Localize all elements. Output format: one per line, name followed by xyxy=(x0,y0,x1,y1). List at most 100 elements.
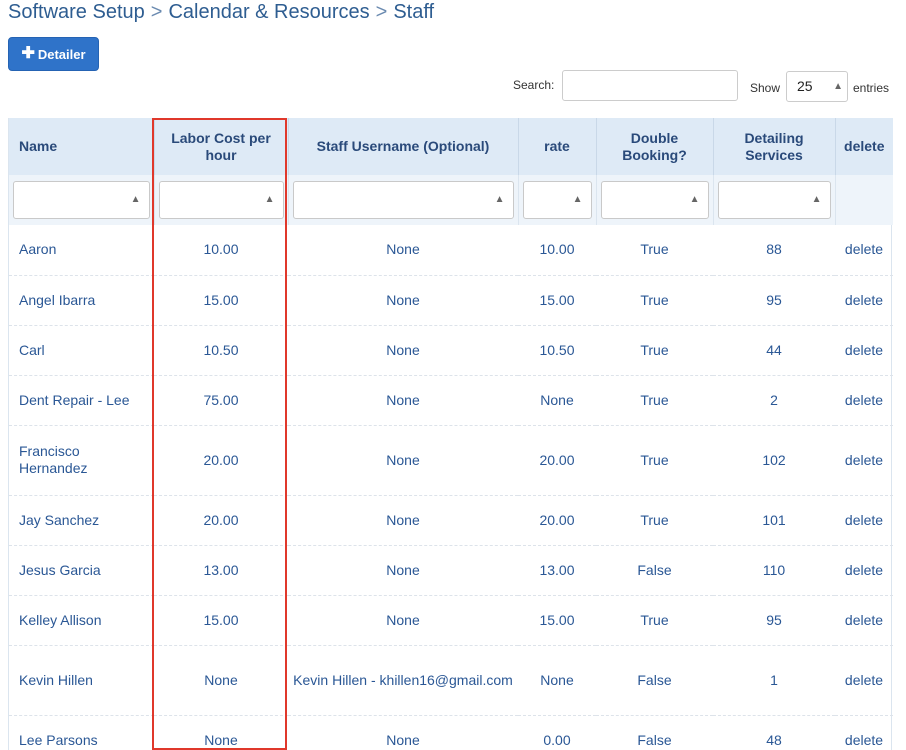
staff-username-cell[interactable]: None xyxy=(288,595,518,646)
delete-link[interactable]: delete xyxy=(835,645,893,716)
delete-link[interactable]: delete xyxy=(835,595,893,646)
table-row: Kelley Allison 15.00 None 15.00 True 95 … xyxy=(9,595,893,646)
delete-link[interactable]: delete xyxy=(835,225,893,276)
search-input[interactable] xyxy=(562,70,738,101)
column-header-rate[interactable]: rate xyxy=(518,118,597,175)
double-booking-cell[interactable]: False xyxy=(596,545,713,596)
staff-name-link[interactable]: Kevin Hillen xyxy=(9,645,154,716)
labor-cost-cell[interactable]: 10.50 xyxy=(154,325,288,376)
labor-cost-cell[interactable]: 13.00 xyxy=(154,545,288,596)
staff-name-link[interactable]: Jesus Garcia xyxy=(9,545,154,596)
delete-link[interactable]: delete xyxy=(835,495,893,546)
staff-name-link[interactable]: Lee Parsons xyxy=(9,715,154,750)
table-row: Jay Sanchez 20.00 None 20.00 True 101 de… xyxy=(9,495,893,546)
staff-name-link[interactable]: Carl xyxy=(9,325,154,376)
filter-select-name[interactable]: ▲ xyxy=(13,181,150,219)
double-booking-cell[interactable]: True xyxy=(596,595,713,646)
updown-arrows-icon: ▲ xyxy=(572,194,583,205)
staff-name-link[interactable]: Kelley Allison xyxy=(9,595,154,646)
delete-link[interactable]: delete xyxy=(835,425,893,496)
labor-cost-cell[interactable]: 10.00 xyxy=(154,225,288,276)
column-header-double-booking[interactable]: Double Booking? xyxy=(596,118,714,175)
staff-name-link[interactable]: Dent Repair - Lee xyxy=(9,375,154,426)
rate-cell[interactable]: None xyxy=(518,375,596,426)
staff-username-cell[interactable]: None xyxy=(288,375,518,426)
filter-select-rate[interactable]: ▲ xyxy=(522,181,592,219)
staff-username-cell[interactable]: None xyxy=(288,495,518,546)
detailing-services-cell[interactable]: 95 xyxy=(713,595,835,646)
labor-cost-cell[interactable]: 20.00 xyxy=(154,425,288,496)
rate-cell[interactable]: 20.00 xyxy=(518,425,596,496)
labor-cost-cell[interactable]: None xyxy=(154,645,288,716)
filter-select-staff-username[interactable]: ▲ xyxy=(292,181,514,219)
filter-cell-rate: ▲ xyxy=(518,175,597,225)
column-header-staff-username[interactable]: Staff Username (Optional) xyxy=(288,118,519,175)
staff-username-cell[interactable]: Kevin Hillen - khillen16@gmail.com xyxy=(288,645,518,716)
detailing-services-cell[interactable]: 1 xyxy=(713,645,835,716)
table-row: Kevin Hillen None Kevin Hillen - khillen… xyxy=(9,645,893,716)
filter-cell-delete xyxy=(835,175,893,225)
table-row: Aaron 10.00 None 10.00 True 88 delete xyxy=(9,225,893,276)
breadcrumb-item-software-setup[interactable]: Software Setup xyxy=(8,1,145,23)
labor-cost-cell[interactable]: 15.00 xyxy=(154,595,288,646)
staff-name-link[interactable]: Aaron xyxy=(9,225,154,276)
staff-username-cell[interactable]: None xyxy=(288,325,518,376)
double-booking-cell[interactable]: True xyxy=(596,275,713,326)
detailing-services-cell[interactable]: 102 xyxy=(713,425,835,496)
staff-username-cell[interactable]: None xyxy=(288,225,518,276)
rate-cell[interactable]: 15.00 xyxy=(518,595,596,646)
detailing-services-cell[interactable]: 48 xyxy=(713,715,835,750)
breadcrumb-item-calendar-resources[interactable]: Calendar & Resources xyxy=(168,1,369,23)
double-booking-cell[interactable]: True xyxy=(596,425,713,496)
table-row: Carl 10.50 None 10.50 True 44 delete xyxy=(9,325,893,376)
updown-arrows-icon: ▲ xyxy=(811,194,822,205)
staff-username-cell[interactable]: None xyxy=(288,425,518,496)
rate-cell[interactable]: 13.00 xyxy=(518,545,596,596)
detailing-services-cell[interactable]: 44 xyxy=(713,325,835,376)
detailing-services-cell[interactable]: 2 xyxy=(713,375,835,426)
page-length-select[interactable]: 25 ▲ xyxy=(786,71,848,102)
staff-name-link[interactable]: Angel Ibarra xyxy=(9,275,154,326)
rate-cell[interactable]: 10.00 xyxy=(518,225,596,276)
rate-cell[interactable]: 0.00 xyxy=(518,715,596,750)
delete-link[interactable]: delete xyxy=(835,545,893,596)
table-row: Jesus Garcia 13.00 None 13.00 False 110 … xyxy=(9,545,893,596)
rate-cell[interactable]: 15.00 xyxy=(518,275,596,326)
double-booking-cell[interactable]: True xyxy=(596,495,713,546)
delete-link[interactable]: delete xyxy=(835,325,893,376)
filter-select-labor-cost[interactable]: ▲ xyxy=(158,181,284,219)
double-booking-cell[interactable]: True xyxy=(596,225,713,276)
column-header-detailing-services[interactable]: Detailing Services xyxy=(713,118,836,175)
filter-select-detailing-services[interactable]: ▲ xyxy=(717,181,831,219)
double-booking-cell[interactable]: False xyxy=(596,645,713,716)
delete-link[interactable]: delete xyxy=(835,375,893,426)
rate-cell[interactable]: None xyxy=(518,645,596,716)
filter-cell-detailing-services: ▲ xyxy=(713,175,836,225)
detailing-services-cell[interactable]: 88 xyxy=(713,225,835,276)
labor-cost-cell[interactable]: 75.00 xyxy=(154,375,288,426)
double-booking-cell[interactable]: False xyxy=(596,715,713,750)
column-header-name[interactable]: Name xyxy=(9,118,155,175)
detailing-services-cell[interactable]: 110 xyxy=(713,545,835,596)
show-label: Show xyxy=(750,81,781,95)
labor-cost-cell[interactable]: 15.00 xyxy=(154,275,288,326)
rate-cell[interactable]: 10.50 xyxy=(518,325,596,376)
detailing-services-cell[interactable]: 95 xyxy=(713,275,835,326)
delete-link[interactable]: delete xyxy=(835,715,893,750)
staff-username-cell[interactable]: None xyxy=(288,715,518,750)
staff-name-link[interactable]: Francisco Hernandez xyxy=(9,425,154,496)
add-detailer-button[interactable]: ✚ Detailer xyxy=(8,37,99,71)
labor-cost-cell[interactable]: 20.00 xyxy=(154,495,288,546)
staff-name-link[interactable]: Jay Sanchez xyxy=(9,495,154,546)
rate-cell[interactable]: 20.00 xyxy=(518,495,596,546)
double-booking-cell[interactable]: True xyxy=(596,375,713,426)
staff-username-cell[interactable]: None xyxy=(288,545,518,596)
labor-cost-cell[interactable]: None xyxy=(154,715,288,750)
staff-username-cell[interactable]: None xyxy=(288,275,518,326)
column-header-labor-cost[interactable]: Labor Cost per hour xyxy=(154,118,289,175)
double-booking-cell[interactable]: True xyxy=(596,325,713,376)
plus-icon: ✚ xyxy=(21,45,35,62)
delete-link[interactable]: delete xyxy=(835,275,893,326)
detailing-services-cell[interactable]: 101 xyxy=(713,495,835,546)
filter-select-double-booking[interactable]: ▲ xyxy=(600,181,709,219)
